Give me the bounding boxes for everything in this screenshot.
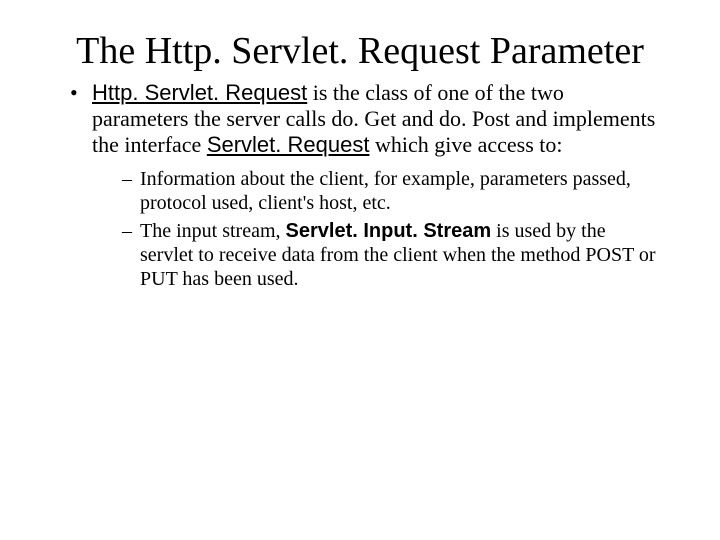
slide-body: Http. Servlet. Request is the class of o… (40, 80, 680, 291)
sub-bullet-1: Information about the client, for exampl… (122, 167, 660, 215)
sub-bullet-2: The input stream, Servlet. Input. Stream… (122, 219, 660, 291)
bullet-list: Http. Servlet. Request is the class of o… (40, 80, 680, 291)
term-servletinputstream: Servlet. Input. Stream (286, 220, 492, 242)
slide: The Http. Servlet. Request Parameter Htt… (0, 0, 720, 540)
bullet-1-text-b: which give access to: (369, 132, 562, 157)
sub-bullet-list: Information about the client, for exampl… (92, 167, 660, 291)
term-httpservletrequest: Http. Servlet. Request (92, 80, 307, 105)
slide-title: The Http. Servlet. Request Parameter (40, 30, 680, 74)
bullet-item-1: Http. Servlet. Request is the class of o… (70, 80, 660, 291)
sub-bullet-2-pre: The input stream, (140, 220, 286, 242)
term-servletrequest: Servlet. Request (207, 132, 370, 157)
